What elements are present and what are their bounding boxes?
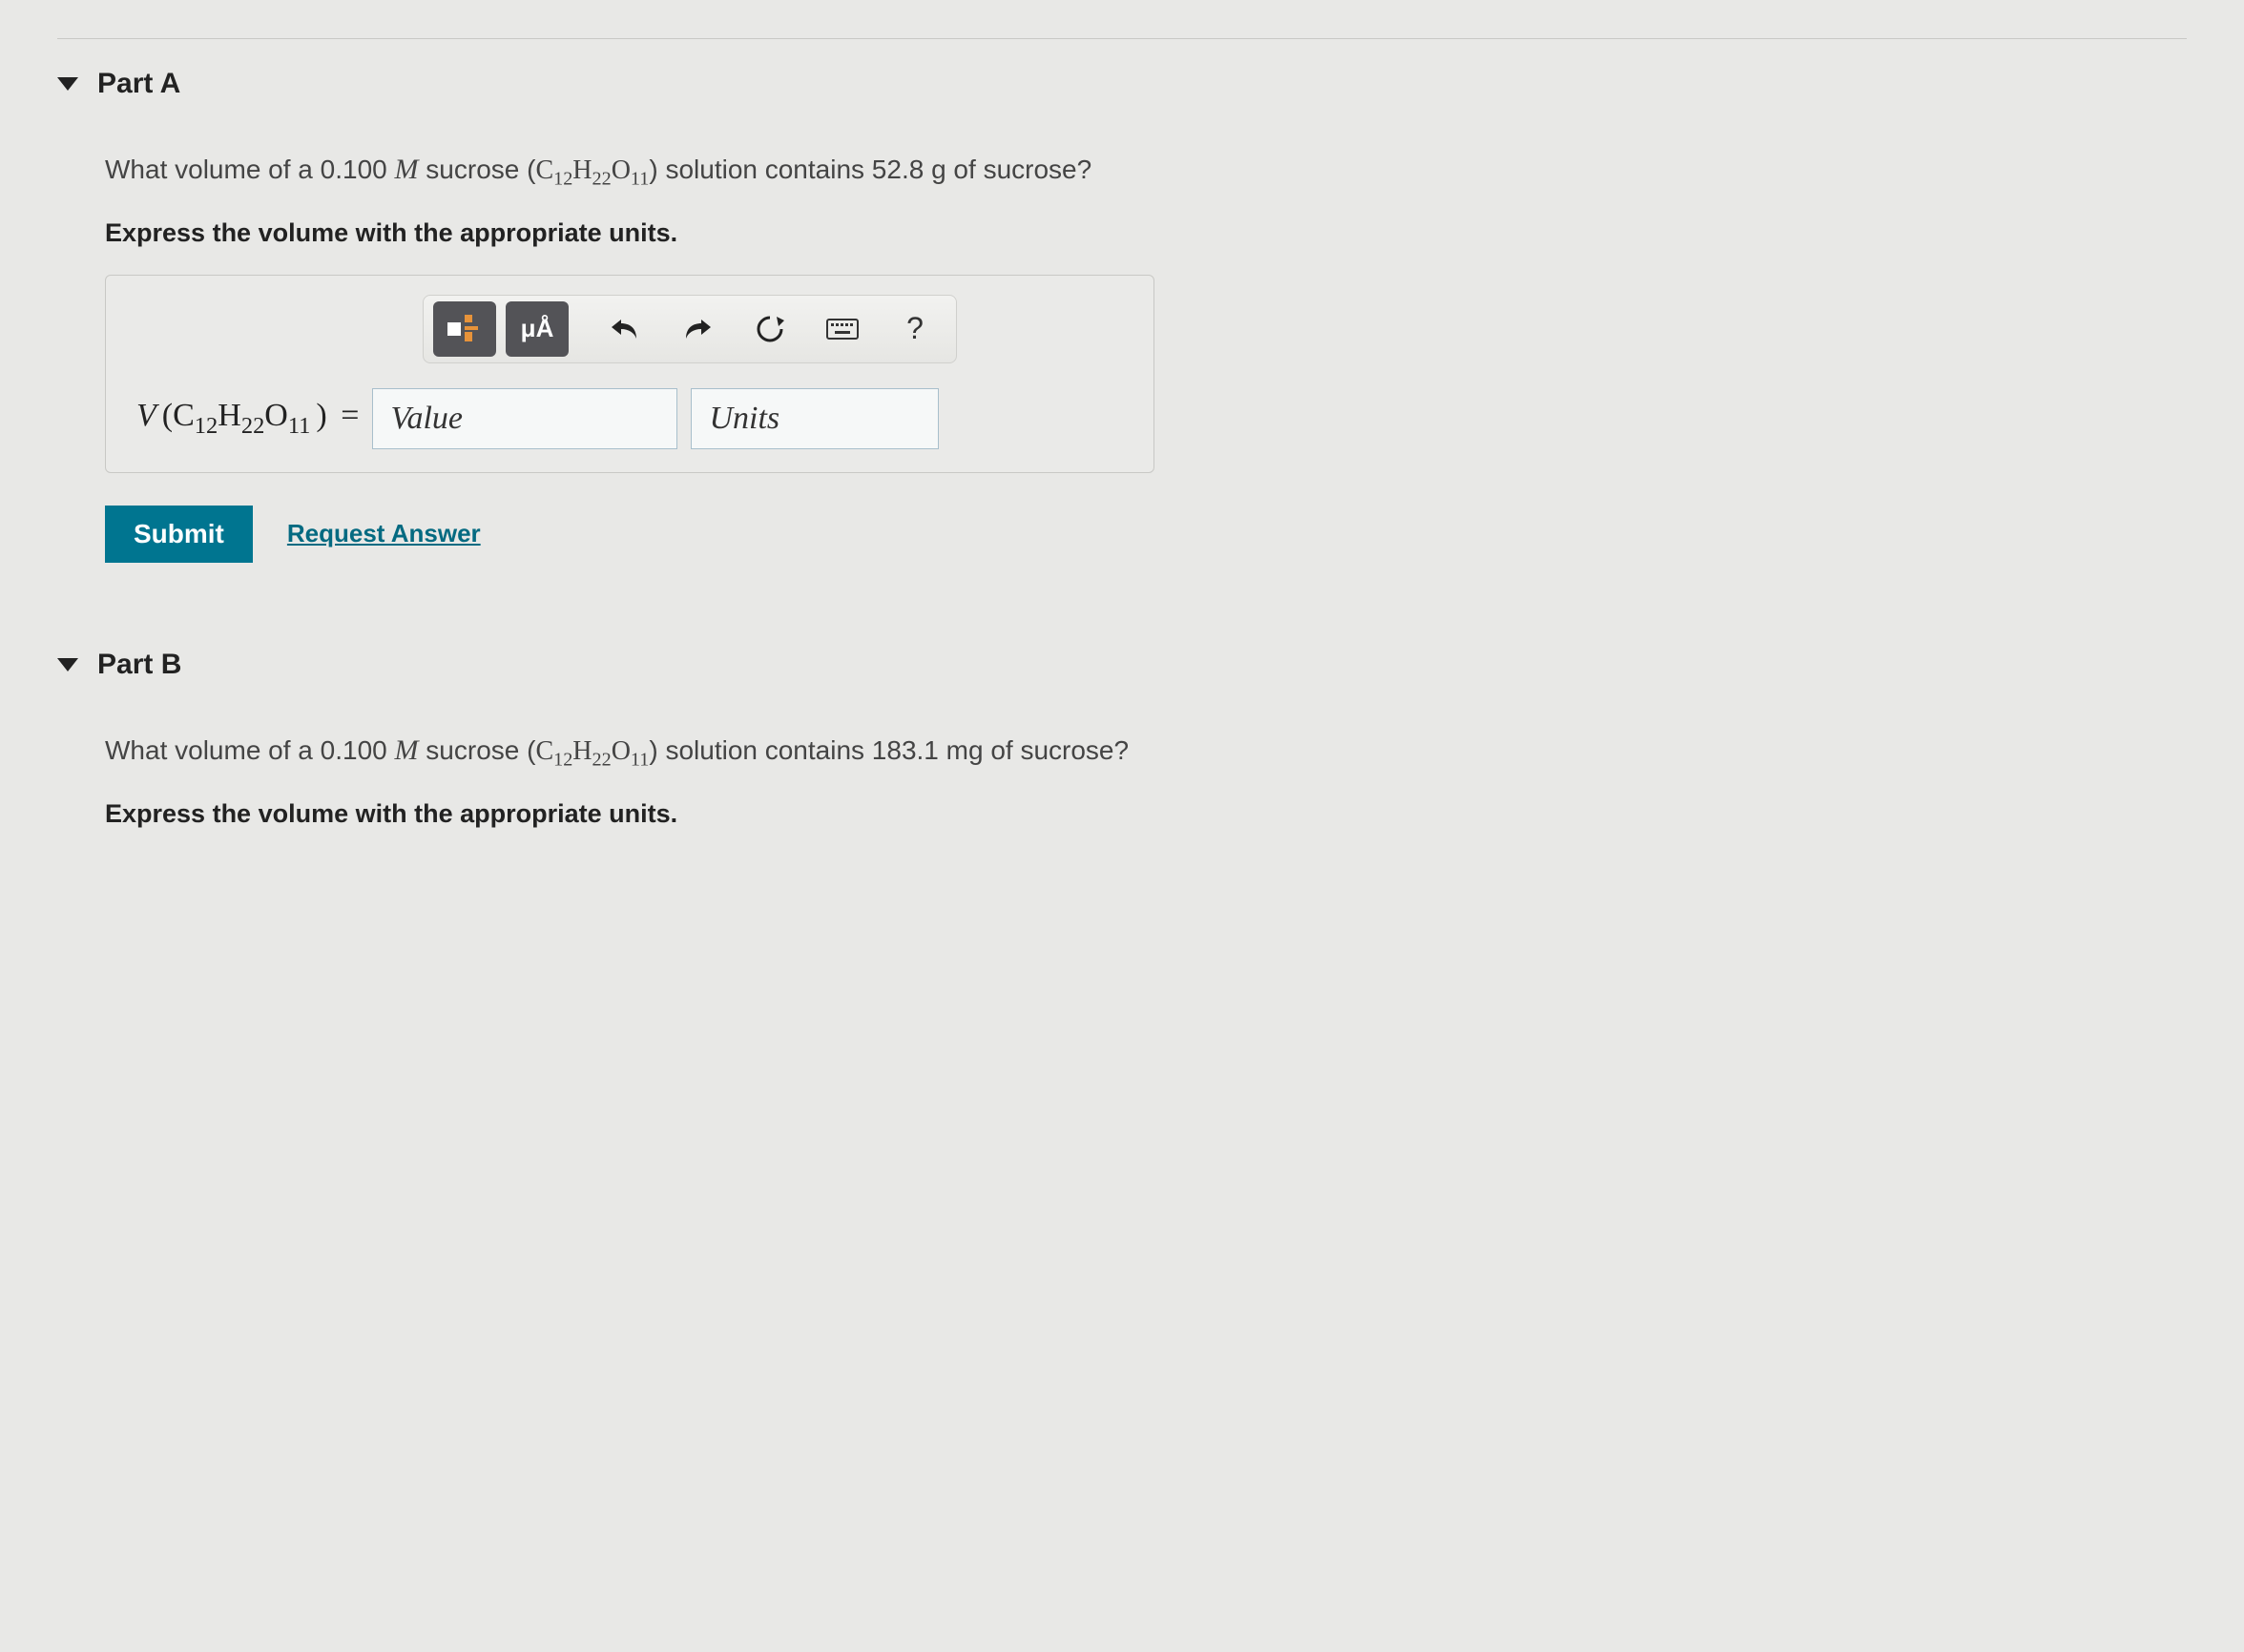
part-a-title: Part A <box>97 68 180 100</box>
help-button[interactable]: ? <box>883 301 946 357</box>
part-a-question: What volume of a 0.100 M sucrose (C12H22… <box>105 148 2187 194</box>
chemical-formula: C12H22O11 <box>535 155 649 185</box>
answer-toolbar: μÅ ? <box>423 295 957 363</box>
part-a-instruction: Express the volume with the appropriate … <box>105 218 2187 248</box>
expression-label: V(C12H22O11) = <box>127 398 359 440</box>
question-text-post: ) solution contains 52.8 g of sucrose? <box>649 155 1091 184</box>
value-input[interactable]: Value <box>372 388 677 449</box>
chemical-formula: C12H22O11 <box>535 736 649 766</box>
question-text-pre: What volume of a 0.100 <box>105 735 395 765</box>
template-button[interactable] <box>433 301 496 357</box>
collapse-icon[interactable] <box>57 658 78 671</box>
part-b-header[interactable]: Part B <box>57 649 2187 681</box>
units-placeholder: Units <box>709 401 779 437</box>
redo-button[interactable] <box>666 301 729 357</box>
part-b-question: What volume of a 0.100 M sucrose (C12H22… <box>105 729 2187 774</box>
question-text-pre: What volume of a 0.100 <box>105 155 395 184</box>
value-placeholder: Value <box>390 401 463 437</box>
reset-button[interactable] <box>738 301 801 357</box>
question-text-mid: sucrose ( <box>419 735 536 765</box>
action-row: Submit Request Answer <box>105 506 2187 563</box>
undo-button[interactable] <box>593 301 656 357</box>
request-answer-link[interactable]: Request Answer <box>287 519 481 548</box>
part-b-section: Part B What volume of a 0.100 M sucrose … <box>57 649 2187 829</box>
part-b-instruction: Express the volume with the appropriate … <box>105 799 2187 829</box>
submit-button[interactable]: Submit <box>105 506 253 563</box>
part-b-title: Part B <box>97 649 181 681</box>
molarity-symbol: M <box>395 154 419 185</box>
part-a-section: Part A What volume of a 0.100 M sucrose … <box>57 68 2187 563</box>
question-text-mid: sucrose ( <box>419 155 536 184</box>
question-text-post: ) solution contains 183.1 mg of sucrose? <box>649 735 1129 765</box>
part-a-header[interactable]: Part A <box>57 68 2187 100</box>
keyboard-button[interactable] <box>811 301 874 357</box>
input-row: V(C12H22O11) = Value Units <box>127 388 1132 449</box>
molarity-symbol: M <box>395 734 419 766</box>
special-chars-button[interactable]: μÅ <box>506 301 569 357</box>
units-input[interactable]: Units <box>691 388 939 449</box>
answer-panel: μÅ ? <box>105 275 1154 473</box>
collapse-icon[interactable] <box>57 77 78 91</box>
